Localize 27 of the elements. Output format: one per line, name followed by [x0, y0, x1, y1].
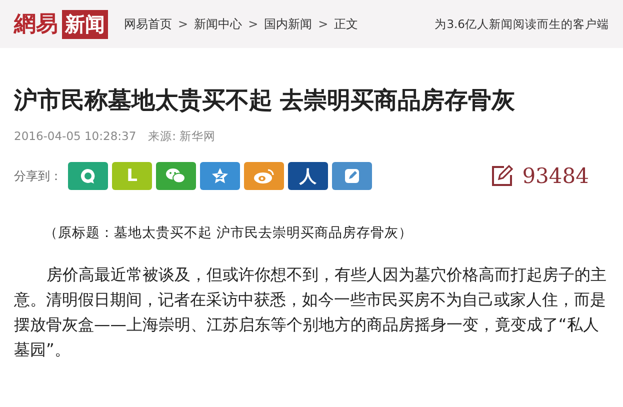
- source-text: 来源: 新华网: [148, 129, 216, 144]
- logo-badge: 新闻: [62, 10, 108, 38]
- article-paragraph: 房价高最近常被谈及，但或许你想不到，有些人因为墓穴价格高而打起房子的主意。清明假日期间，记者在采访中获悉，如今一些市民买房不为自己或家人住，而是摆放骨灰盒——上海崇明、江苏启东等个别地方的商品房摇身一变，竟变成了“私人墓园”。: [14, 264, 608, 361]
- breadcrumb-separator: >: [178, 17, 188, 31]
- breadcrumb-separator: >: [248, 17, 258, 31]
- breadcrumb-link[interactable]: 新闻中心: [194, 16, 242, 32]
- article-title: 沪市民称墓地太贵买不起 去崇明买商品房存骨灰: [14, 85, 516, 116]
- share-label: 分享到：: [14, 168, 62, 184]
- breadcrumb-link[interactable]: 国内新闻: [264, 16, 312, 32]
- publish-date: 2016-04-05 10:28:37: [14, 129, 136, 144]
- share-button[interactable]: [200, 162, 240, 190]
- star-icon: [211, 167, 229, 185]
- comment-count: 93484: [522, 164, 589, 188]
- share-button[interactable]: [68, 162, 108, 190]
- share-button[interactable]: [156, 162, 196, 190]
- note-icon: [344, 168, 360, 184]
- breadcrumb-link[interactable]: 网易首页: [124, 16, 172, 32]
- share-button[interactable]: [332, 162, 372, 190]
- breadcrumb-link[interactable]: 正文: [334, 16, 358, 32]
- original-title: （原标题：墓地太贵买不起 沪市民去崇明买商品房存骨灰）: [43, 224, 414, 242]
- share-button[interactable]: 人: [288, 162, 328, 190]
- logo-text: 網易: [14, 10, 58, 39]
- breadcrumb-separator: >: [318, 17, 328, 31]
- slogan-text: 为3.6亿人新闻阅读而生的客户端: [434, 16, 609, 32]
- share-button[interactable]: [244, 162, 284, 190]
- edit-icon[interactable]: [490, 164, 514, 188]
- speech-bubble-icon: [79, 167, 97, 185]
